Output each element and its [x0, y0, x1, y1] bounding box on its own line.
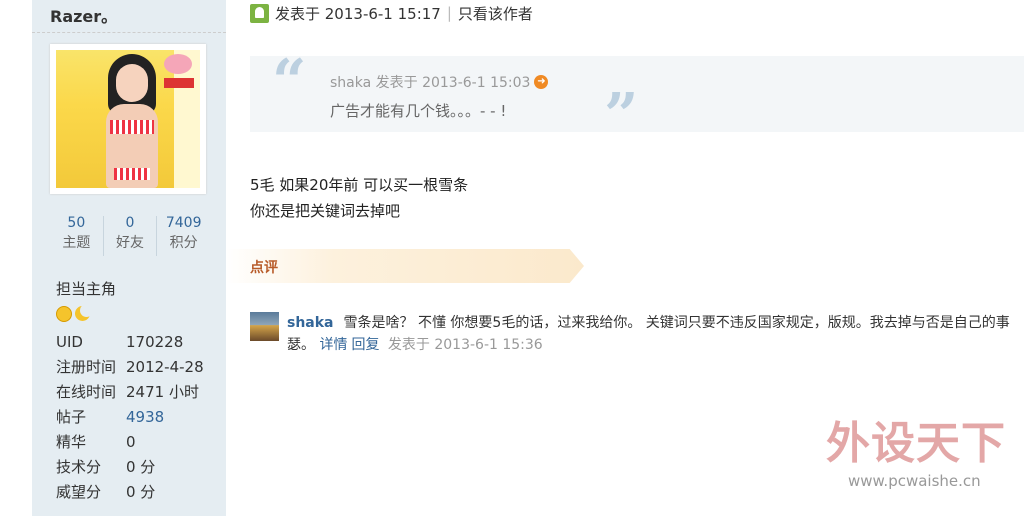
info-key: 精华 [56, 433, 87, 451]
avatar-image [56, 50, 200, 188]
message-line: 5毛 如果20年前 可以买一根雪条 [250, 176, 469, 194]
open-quote-icon: “ [272, 47, 307, 117]
info-row-registered: 注册时间 2012-4-28 [56, 355, 204, 380]
quote-meta: shaka 发表于 2013-6-1 15:03 ➜ [330, 72, 549, 92]
profile-stats: 50 主题 0 好友 7409 积分 [50, 214, 210, 256]
info-key: 威望分 [56, 483, 102, 501]
sun-rank-icon [56, 306, 72, 322]
user-rank[interactable]: 担当主角 [56, 278, 116, 299]
info-row-uid: UID 170228 [56, 330, 204, 355]
stat-label: 好友 [116, 235, 144, 251]
info-key: 技术分 [56, 458, 102, 476]
stat-value: 0 [125, 215, 135, 231]
posts-count-link[interactable]: 4938 [126, 405, 164, 430]
info-value: 0 分 [126, 458, 156, 476]
jump-to-post-icon[interactable]: ➜ [534, 75, 549, 89]
comment: shaka 雪条是啥？ 不懂 你想要5毛的话，过来我给你。 关键词只要不违反国家规… [287, 312, 1024, 356]
quote-block: “ ” shaka 发表于 2013-6-1 15:03 ➜ 广告才能有几个钱。… [250, 52, 1024, 146]
watermark-brand: 外设天下 [826, 418, 1006, 469]
post-meta: 发表于 2013-6-1 15:17 | 只看该作者 [250, 3, 533, 23]
comment-time: 发表于 2013-6-1 15:36 [387, 337, 543, 353]
only-author-link[interactable]: 只看该作者 [458, 3, 533, 24]
info-value: 2471 小时 [126, 383, 199, 401]
stat-friends[interactable]: 0 好友 [104, 214, 157, 256]
quote-author-time: shaka 发表于 2013-6-1 15:03 [330, 75, 531, 91]
comment-username[interactable]: shaka [287, 315, 334, 331]
stat-value: 50 [67, 215, 86, 231]
stat-label: 积分 [169, 235, 198, 251]
online-user-icon [250, 3, 269, 23]
info-row-online-time: 在线时间 2471 小时 [56, 380, 204, 405]
comment-text-cont: 瑟。 [287, 337, 315, 353]
info-value: 170228 [126, 333, 184, 351]
info-key: 注册时间 [56, 358, 117, 376]
reply-link[interactable]: 回复 [351, 337, 379, 353]
info-key: UID [56, 333, 83, 351]
avatar[interactable] [50, 44, 206, 194]
quote-text: 广告才能有几个钱。。。- - ! [330, 102, 507, 120]
stat-points[interactable]: 7409 积分 [157, 214, 210, 256]
meta-separator: | [446, 4, 452, 22]
info-key: 在线时间 [56, 383, 117, 401]
info-row-tech-score: 技术分 0 分 [56, 455, 204, 480]
info-row-digest: 精华 0 [56, 430, 204, 455]
comment-text: 雪条是啥？ 不懂 你想要5毛的话，过来我给你。 关键词只要不违反国家规定，版规。… [343, 315, 1010, 331]
stat-label: 主题 [62, 235, 91, 251]
info-row-prestige: 威望分 0 分 [56, 480, 204, 505]
rating-band [226, 249, 584, 283]
info-key: 帖子 [56, 408, 87, 426]
watermark-url: www.pcwaishe.cn [848, 472, 981, 490]
profile-info: UID 170228 注册时间 2012-4-28 在线时间 2471 小时 帖… [56, 330, 204, 505]
rank-icons [56, 304, 93, 322]
message-line: 你还是把关键词去掉吧 [250, 202, 401, 220]
stat-threads[interactable]: 50 主题 [50, 214, 103, 256]
username[interactable]: Razer。 [50, 3, 117, 27]
info-row-posts: 帖子 4938 [56, 405, 204, 430]
info-value: 0 [126, 433, 136, 451]
comment-avatar[interactable] [250, 312, 279, 341]
close-quote-icon: ” [604, 81, 639, 151]
info-value: 2012-4-28 [126, 358, 204, 376]
site-watermark: 外设天下 www.pcwaishe.cn [822, 418, 1008, 498]
sidebar-divider [32, 32, 226, 33]
info-value: 0 分 [126, 483, 156, 501]
rating-label: 点评 [250, 260, 278, 276]
moon-rank-icon [74, 304, 93, 322]
details-link[interactable]: 详情 [319, 337, 347, 353]
post-message: 5毛 如果20年前 可以买一根雪条 你还是把关键词去掉吧 [250, 172, 468, 224]
stat-value: 7409 [165, 215, 202, 231]
post-time: 发表于 2013-6-1 15:17 [275, 4, 441, 23]
